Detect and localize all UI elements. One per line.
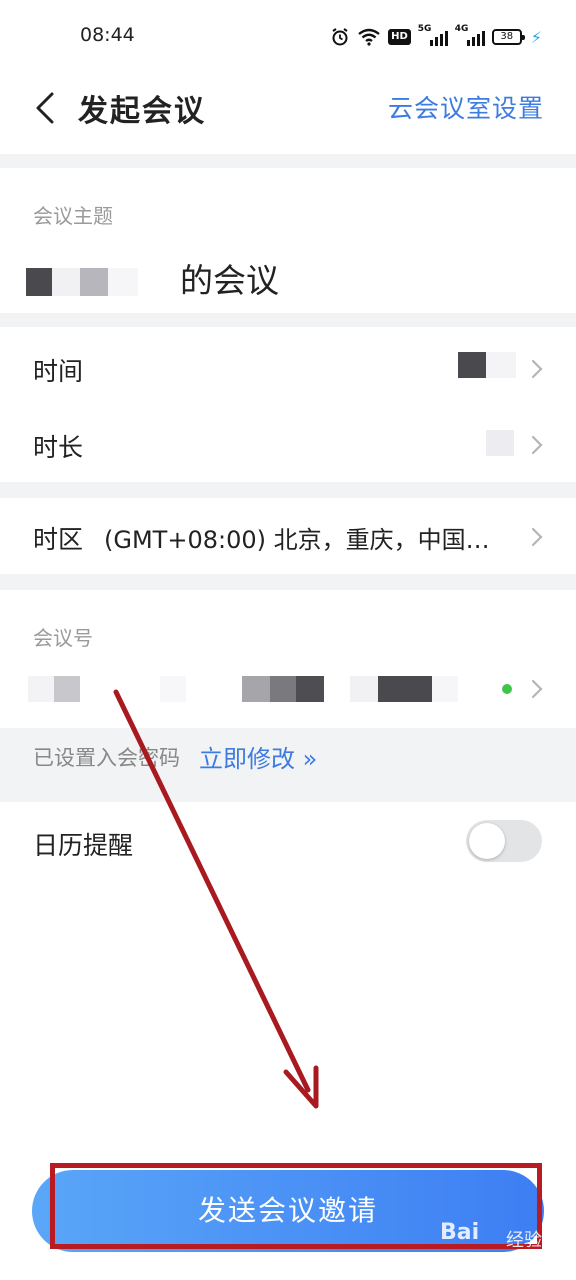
hd-icon: HD (388, 26, 411, 48)
calendar-reminder-row: 日历提醒 (0, 802, 576, 882)
redacted-block (108, 268, 138, 296)
timezone-value: (GMT+08:00) 北京，重庆，中国… (104, 526, 490, 554)
timezone-label: 时区 (33, 525, 84, 554)
redacted-block (458, 352, 486, 378)
divider (0, 313, 576, 327)
redacted-block (80, 268, 108, 296)
duration-row[interactable]: 时长 (0, 406, 576, 482)
chevron-right-icon (531, 679, 543, 699)
duration-label: 时长 (33, 433, 84, 462)
divider (0, 482, 576, 498)
wifi-icon (357, 26, 381, 48)
time-label: 时间 (33, 357, 84, 386)
redacted-block (296, 676, 324, 702)
back-button[interactable] (28, 86, 68, 130)
redacted-block (270, 676, 296, 702)
redacted-block (26, 268, 52, 296)
chevron-right-icon (531, 527, 543, 547)
toggle-knob (469, 823, 505, 859)
chevron-right-icon (531, 435, 543, 455)
calendar-reminder-label: 日历提醒 (33, 831, 134, 860)
time-row[interactable]: 时间 (0, 330, 576, 406)
redacted-block (486, 430, 514, 456)
timezone-row[interactable]: 时区 (GMT+08:00) 北京，重庆，中国… (0, 498, 576, 574)
status-dot (502, 684, 512, 694)
topic-value: 的会议 (180, 261, 279, 300)
status-time: 08:44 (80, 24, 135, 46)
hd-label: HD (388, 29, 411, 45)
battery-icon: 38 (491, 29, 525, 45)
topic-label: 会议主题 (33, 204, 113, 228)
meeting-number-field[interactable] (0, 660, 576, 720)
meeting-number-label: 会议号 (33, 626, 93, 650)
battery-level: 38 (500, 31, 514, 42)
redacted-block (432, 676, 458, 702)
redacted-block (242, 676, 270, 702)
calendar-reminder-toggle[interactable] (466, 820, 542, 862)
send-invitation-button[interactable]: 发送会议邀请 (32, 1170, 544, 1252)
modify-password-link[interactable]: 立即修改 » (199, 739, 317, 774)
signal-5g-icon: 5G (418, 24, 448, 48)
page-title: 发起会议 (78, 94, 206, 129)
topic-input[interactable]: 的会议 (26, 248, 546, 304)
password-notice: 已设置入会密码 立即修改 » (0, 728, 576, 802)
redacted-block (160, 676, 186, 702)
divider (0, 574, 576, 590)
charging-icon: ⚡ (530, 27, 542, 47)
password-status: 已设置入会密码 (33, 746, 180, 770)
alarm-icon (330, 26, 350, 48)
status-bar: 08:44 HD 5G 4G 38 ⚡ (0, 0, 576, 72)
send-invitation-label: 发送会议邀请 (197, 1194, 378, 1227)
redacted-block (28, 676, 54, 702)
redacted-block (486, 352, 516, 378)
chevron-left-icon (36, 92, 54, 124)
signal-4g-icon: 4G (455, 24, 485, 48)
chevron-right-icon (531, 359, 543, 379)
redacted-block (350, 676, 378, 702)
app-header: 发起会议 云会议室设置 (0, 72, 576, 154)
status-icons: HD 5G 4G 38 ⚡ (330, 24, 542, 48)
divider (0, 154, 576, 168)
redacted-block (52, 268, 80, 296)
redacted-block (378, 676, 432, 702)
cloud-room-settings-link[interactable]: 云会议室设置 (388, 89, 544, 125)
redacted-block (54, 676, 80, 702)
